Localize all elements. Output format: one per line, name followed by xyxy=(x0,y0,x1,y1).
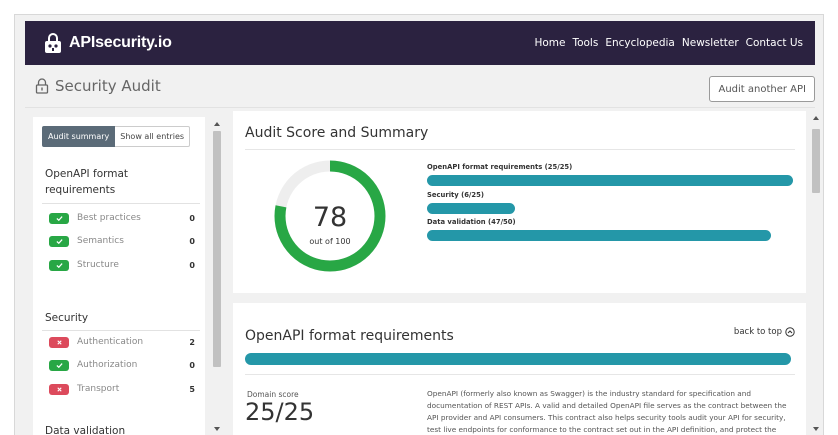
score-value: 78 xyxy=(312,202,348,233)
sidebar-group-openapi[interactable]: OpenAPI format requirements xyxy=(45,166,165,198)
score-bar-openapi xyxy=(427,175,793,186)
scroll-thumb[interactable] xyxy=(812,129,820,193)
back-to-top-label: back to top xyxy=(733,327,782,337)
sidebar-item-label: Authorization xyxy=(77,360,138,370)
sidebar-group-data-validation[interactable]: Data validation xyxy=(45,423,125,435)
sidebar-item-label: Authentication xyxy=(77,337,144,347)
x-badge-icon xyxy=(49,336,69,348)
openapi-section-title: OpenAPI format requirements xyxy=(245,328,454,344)
nav-link-home[interactable]: Home xyxy=(534,37,565,49)
check-badge-icon xyxy=(49,259,69,271)
audit-another-api-button[interactable]: Audit another API xyxy=(709,76,815,102)
browser-frame: APIsecurity.io Home Tools Encyclopedia N… xyxy=(14,14,824,435)
scroll-up-arrow-icon[interactable] xyxy=(813,116,819,120)
sidebar-rule xyxy=(42,330,200,331)
check-badge-icon xyxy=(49,212,69,224)
logo-text: APIsecurity.io xyxy=(69,34,172,51)
audit-score-title: Audit Score and Summary xyxy=(245,125,429,141)
card-rule xyxy=(245,374,795,375)
sidebar-item-authorization[interactable]: Authorization 0 xyxy=(49,357,195,373)
issue-count: 5 xyxy=(189,384,195,394)
check-badge-icon xyxy=(49,235,69,247)
page-title-text: Security Audit xyxy=(55,77,161,95)
lock-icon xyxy=(35,78,49,94)
chevron-up-circle-icon xyxy=(785,327,795,337)
card-rule xyxy=(245,149,795,150)
page-header: Security Audit Audit another API xyxy=(25,65,815,107)
bar-label-security: Security (6/25) xyxy=(427,191,484,199)
bar-label-openapi: OpenAPI format requirements (25/25) xyxy=(427,163,573,171)
issue-count: 0 xyxy=(189,360,195,370)
sidebar-item-best-practices[interactable]: Best practices 0 xyxy=(49,210,195,226)
header-divider xyxy=(25,107,815,108)
nav-link-newsletter[interactable]: Newsletter xyxy=(682,37,739,49)
score-bar-security xyxy=(427,203,515,214)
sidebar-group-security[interactable]: Security xyxy=(45,310,88,326)
issue-count: 0 xyxy=(189,213,195,223)
score-subtitle: out of 100 xyxy=(309,237,351,246)
main-content: Audit Score and Summary 78 out of 100 Op… xyxy=(233,111,806,435)
sidebar-item-label: Semantics xyxy=(77,236,124,246)
nav-links: Home Tools Encyclopedia Newsletter Conta… xyxy=(534,37,803,49)
openapi-section-bar xyxy=(245,353,791,365)
sidebar-item-authentication[interactable]: Authentication 2 xyxy=(49,334,195,350)
score-bar-data-validation xyxy=(427,230,771,241)
sidebar-item-transport[interactable]: Transport 5 xyxy=(49,381,195,397)
issue-count: 0 xyxy=(189,260,195,270)
sidebar-item-label: Transport xyxy=(77,384,120,394)
scroll-thumb[interactable] xyxy=(213,131,221,367)
sidebar-item-label: Structure xyxy=(77,260,119,270)
sidebar-item-structure[interactable]: Structure 0 xyxy=(49,257,195,273)
bar-label-data-validation: Data validation (47/50) xyxy=(427,218,516,226)
top-navbar: APIsecurity.io Home Tools Encyclopedia N… xyxy=(25,21,815,65)
main-scrollbar[interactable] xyxy=(809,111,823,435)
audit-sidebar: Audit summary Show all entries OpenAPI f… xyxy=(33,117,205,435)
scroll-down-arrow-icon[interactable] xyxy=(813,427,819,431)
x-badge-icon xyxy=(49,383,69,395)
show-all-entries-toggle[interactable]: Show all entries xyxy=(115,126,191,147)
site-logo[interactable]: APIsecurity.io xyxy=(43,32,172,54)
nav-link-tools[interactable]: Tools xyxy=(572,37,598,49)
nav-link-contact-us[interactable]: Contact Us xyxy=(746,37,803,49)
nav-link-encyclopedia[interactable]: Encyclopedia xyxy=(605,37,675,49)
openapi-description: OpenAPI (formerly also known as Swagger)… xyxy=(427,389,787,434)
page-title: Security Audit xyxy=(35,77,161,95)
check-badge-icon xyxy=(49,359,69,371)
back-to-top-link[interactable]: back to top xyxy=(734,327,795,337)
sidebar-item-label: Best practices xyxy=(77,213,141,223)
scroll-up-arrow-icon[interactable] xyxy=(214,122,220,126)
domain-score-value: 25/25 xyxy=(245,398,315,426)
issue-count: 0 xyxy=(189,236,195,246)
sidebar-rule xyxy=(42,203,200,204)
scroll-down-arrow-icon[interactable] xyxy=(214,427,220,431)
view-toggle: Audit summary Show all entries xyxy=(42,126,191,147)
sidebar-scrollbar[interactable] xyxy=(209,117,225,435)
audit-summary-toggle[interactable]: Audit summary xyxy=(42,126,116,147)
sidebar-item-semantics[interactable]: Semantics 0 xyxy=(49,233,195,249)
issue-count: 2 xyxy=(189,337,195,347)
logo-lock-icon xyxy=(45,33,61,53)
audit-score-card: Audit Score and Summary 78 out of 100 Op… xyxy=(233,111,806,293)
